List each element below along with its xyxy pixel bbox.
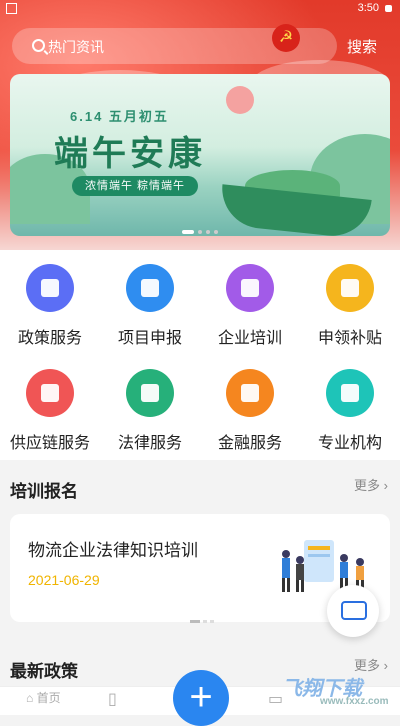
search-input[interactable]: 热门资讯 — [48, 37, 104, 57]
policy-icon — [26, 264, 74, 312]
id-card-icon — [226, 264, 274, 312]
banner-title: 端午安康 — [54, 134, 206, 174]
policy-section-title: 最新政策 — [10, 662, 78, 681]
coin-icon — [226, 369, 274, 417]
menu-professional-org[interactable]: 专业机构 — [300, 361, 400, 461]
menu-label: 供应链服务 — [9, 435, 90, 452]
menu-enterprise-training[interactable]: 企业培训 — [200, 256, 300, 356]
status-bar: 3:50 — [0, 0, 400, 18]
box-icon — [326, 264, 374, 312]
chevron-right-icon: › — [383, 658, 388, 673]
menu-project-apply[interactable]: 项目申报 — [100, 256, 200, 356]
document-icon: ▭ — [268, 691, 284, 708]
banner-date: 6.14 五月初五 — [70, 109, 169, 124]
notification-icon — [6, 2, 17, 14]
card-pager — [190, 610, 217, 628]
add-button[interactable]: + — [173, 670, 229, 726]
menu-label: 金融服务 — [217, 435, 282, 452]
home-icon: ⌂ — [26, 691, 34, 705]
tab-fourth[interactable]: ▭ — [268, 689, 283, 709]
menu-subsidy[interactable]: 申领补贴 — [300, 256, 400, 356]
battery-icon — [385, 4, 392, 12]
document-icon — [126, 369, 174, 417]
party-emblem-icon: ☭ — [272, 24, 300, 52]
grid-icon — [26, 369, 74, 417]
tab-home[interactable]: ⌂ 首页 — [26, 689, 61, 706]
promo-banner[interactable]: 6.14 五月初五 端午安康 浓情端午 粽情端午 — [10, 74, 390, 236]
search-button[interactable]: 搜索 — [347, 36, 377, 57]
search-icon — [32, 39, 45, 52]
sun-decor — [226, 86, 254, 114]
watermark: 飞翔下载 www.fxxz.com — [282, 672, 394, 714]
menu-label: 项目申报 — [117, 330, 182, 347]
menu-label: 专业机构 — [317, 435, 382, 452]
tab-second[interactable]: ▯ — [108, 689, 117, 709]
training-card-date: 2021-06-29 — [28, 572, 100, 588]
document-icon: ▯ — [108, 691, 117, 708]
book-icon — [326, 369, 374, 417]
menu-policy-service[interactable]: 政策服务 — [0, 256, 100, 356]
banner-tagline: 浓情端午 粽情端午 — [72, 176, 198, 196]
watermark-url: www.fxxz.com — [320, 696, 389, 707]
menu-label: 政策服务 — [17, 330, 82, 347]
form-icon — [126, 264, 174, 312]
chat-float-button[interactable] — [327, 585, 379, 637]
training-more-link[interactable]: 更多 › — [354, 475, 388, 494]
menu-supply-chain[interactable]: 供应链服务 — [0, 361, 100, 461]
training-card-title: 物流企业法律知识培训 — [28, 541, 198, 560]
chat-icon — [341, 601, 367, 620]
menu-legal-service[interactable]: 法律服务 — [100, 361, 200, 461]
menu-label: 申领补贴 — [317, 330, 382, 347]
menu-label: 法律服务 — [117, 435, 182, 452]
training-section-title: 培训报名 — [10, 482, 78, 501]
menu-label: 企业培训 — [217, 330, 282, 347]
status-time: 3:50 — [357, 2, 379, 14]
menu-finance-service[interactable]: 金融服务 — [200, 361, 300, 461]
service-grid: 政策服务 项目申报 企业培训 申领补贴 供应链服务 法律服务 金融服务 专业机构 — [0, 250, 400, 460]
banner-pager[interactable] — [182, 221, 222, 239]
chevron-right-icon: › — [383, 478, 388, 493]
